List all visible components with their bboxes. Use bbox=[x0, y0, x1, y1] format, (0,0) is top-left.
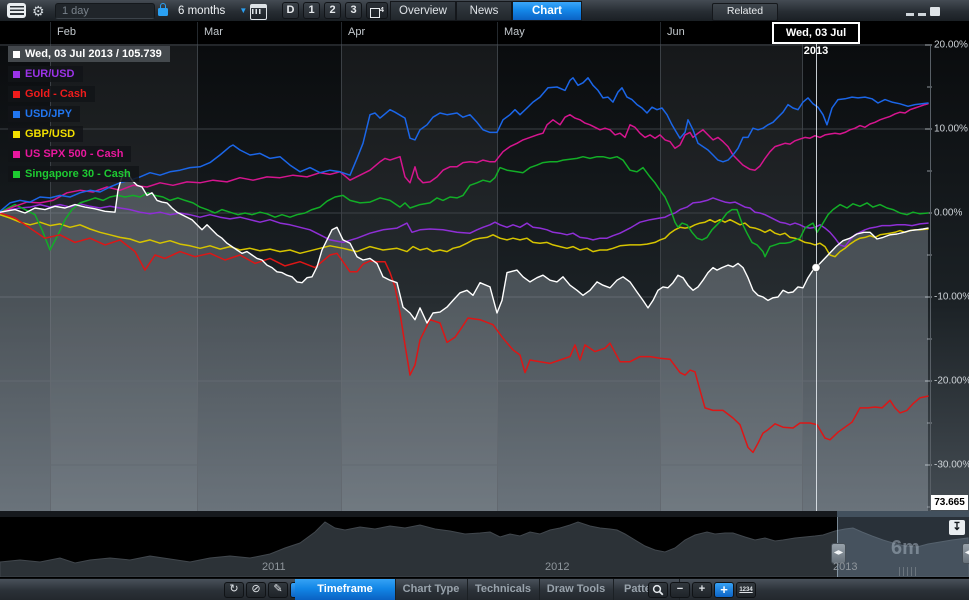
y-axis-label: -10.00% bbox=[934, 292, 969, 303]
legend-label: Gold - Cash bbox=[25, 88, 87, 100]
month-separator bbox=[660, 22, 661, 44]
tab-chart-type[interactable]: Chart Type bbox=[395, 579, 468, 600]
main-chart[interactable]: 73.665 20.00%10.00%0.00%-10.00%-20.00%-3… bbox=[0, 44, 969, 511]
legend-item-singapore-30-cash[interactable]: Singapore 30 - Cash bbox=[8, 166, 139, 182]
bottom-toolbar: ↻ ⊘ ✎ ⇅ Timeframe Chart Type Technicals … bbox=[0, 578, 969, 600]
tab-news[interactable]: News bbox=[456, 1, 512, 21]
month-separator bbox=[341, 22, 342, 44]
save-slot-sup: 4 bbox=[380, 7, 384, 14]
tab-timeframe[interactable]: Timeframe bbox=[295, 579, 396, 600]
navigator-scroll-track[interactable] bbox=[0, 511, 969, 517]
legend-item-gbp-usd[interactable]: GBP/USD bbox=[8, 126, 83, 142]
tab-overview[interactable]: Overview bbox=[390, 1, 456, 21]
month-separator bbox=[50, 22, 51, 44]
month-separator bbox=[497, 22, 498, 44]
legend-swatch bbox=[13, 111, 20, 118]
legend-item-gold-cash[interactable]: Gold - Cash bbox=[8, 86, 95, 102]
navigator-area bbox=[0, 522, 969, 577]
legend-label: USD/JPY bbox=[25, 108, 72, 120]
refresh-icon[interactable]: ↻ bbox=[224, 582, 244, 598]
tab-draw-tools[interactable]: Draw Tools bbox=[539, 579, 614, 600]
interval-input[interactable]: 1 day bbox=[55, 3, 155, 19]
legend-label: GBP/USD bbox=[25, 128, 75, 140]
selection-grip[interactable] bbox=[899, 567, 916, 576]
magnifier-icon bbox=[652, 584, 664, 596]
legend-swatch bbox=[13, 151, 20, 158]
last-value-badge: 73.665 bbox=[931, 495, 968, 510]
pencil-draw-icon[interactable]: ✎ bbox=[268, 582, 288, 598]
x-axis-months: Wed, 03 Jul 2013 Feb Mar Apr May Jun bbox=[0, 22, 969, 44]
legend-item-main[interactable]: Wed, 03 Jul 2013 / 105.739 bbox=[8, 46, 170, 62]
month-label-feb: Feb bbox=[57, 26, 76, 38]
legend-label: Singapore 30 - Cash bbox=[25, 168, 131, 180]
window-minimize-icon[interactable] bbox=[906, 13, 914, 16]
legend-swatch bbox=[13, 131, 20, 138]
lock-icon bbox=[158, 8, 168, 16]
legend-swatch bbox=[13, 171, 20, 178]
range-dropdown-value: 6 months bbox=[178, 5, 225, 17]
year-label-2011: 2011 bbox=[262, 561, 286, 573]
clear-drawings-icon[interactable]: ⊘ bbox=[246, 582, 266, 598]
tab-chart[interactable]: Chart bbox=[512, 1, 582, 21]
legend-swatch bbox=[13, 51, 20, 58]
month-label-may: May bbox=[504, 26, 525, 38]
y-axis-label: 10.00% bbox=[934, 124, 968, 135]
top-toolbar: ⚙ 1 day 6 months▼ D 1 2 3 4 5 ⚙ Overview… bbox=[0, 0, 969, 22]
layout-button-D[interactable]: D bbox=[282, 2, 299, 19]
selection-right-handle[interactable]: ◀▶ bbox=[962, 543, 969, 564]
navigator-canvas[interactable] bbox=[0, 517, 969, 577]
layout-button-2[interactable]: 2 bbox=[324, 2, 341, 19]
month-separator bbox=[197, 22, 198, 44]
zoom-search-icon[interactable] bbox=[648, 582, 668, 598]
legend-label: US SPX 500 - Cash bbox=[25, 148, 123, 160]
legend-item-us-spx-500-cash[interactable]: US SPX 500 - Cash bbox=[8, 146, 131, 162]
y-axis-label: -30.00% bbox=[934, 460, 969, 471]
crosshair-mode-button[interactable]: + bbox=[714, 582, 734, 598]
month-label-mar: Mar bbox=[204, 26, 223, 38]
legend-label: EUR/USD bbox=[25, 68, 75, 80]
window-restore-icon[interactable] bbox=[918, 13, 926, 16]
zoom-in-button[interactable]: + bbox=[692, 582, 712, 598]
crosshair-date-tooltip: Wed, 03 Jul 2013 bbox=[772, 22, 860, 44]
legend-swatch bbox=[13, 91, 20, 98]
legend-swatch bbox=[13, 71, 20, 78]
menu-icon[interactable] bbox=[7, 3, 26, 18]
year-label-2012: 2012 bbox=[545, 561, 569, 573]
selection-range-label: 6m bbox=[891, 537, 920, 560]
values-display-button[interactable]: 1234 bbox=[736, 582, 756, 598]
related-button[interactable]: Related bbox=[712, 3, 778, 21]
y-axis-label: -20.00% bbox=[934, 376, 969, 387]
month-label-jun: Jun bbox=[667, 26, 685, 38]
price-chart-canvas[interactable] bbox=[0, 44, 969, 511]
legend-item-eur-usd[interactable]: EUR/USD bbox=[8, 66, 83, 82]
crosshair-marker-dot bbox=[812, 264, 820, 272]
navigator-panel: 6m ◀▶ ◀▶ ↧ 201120122013 bbox=[0, 511, 969, 578]
save-slot-icon bbox=[370, 8, 380, 18]
calendar-icon[interactable] bbox=[250, 4, 267, 20]
settings-gear-icon[interactable]: ⚙ bbox=[32, 0, 45, 22]
chevron-down-icon: ▼ bbox=[239, 6, 247, 15]
trading-app-window: ⚙ 1 day 6 months▼ D 1 2 3 4 5 ⚙ Overview… bbox=[0, 0, 969, 600]
collapse-navigator-button[interactable]: ↧ bbox=[949, 520, 965, 535]
legend-label: Wed, 03 Jul 2013 / 105.739 bbox=[25, 48, 162, 60]
y-axis-label: 0.00% bbox=[934, 208, 962, 219]
year-label-2013: 2013 bbox=[833, 561, 857, 573]
month-label-apr: Apr bbox=[348, 26, 365, 38]
layout-button-3[interactable]: 3 bbox=[345, 2, 362, 19]
navigator-scroll-thumb[interactable] bbox=[837, 511, 969, 517]
range-dropdown[interactable]: 6 months ▼ bbox=[178, 0, 247, 22]
tab-technicals[interactable]: Technicals bbox=[467, 579, 540, 600]
y-axis-label: 20.00% bbox=[934, 40, 968, 51]
legend-item-usd-jpy[interactable]: USD/JPY bbox=[8, 106, 80, 122]
window-maximize-icon[interactable] bbox=[930, 7, 940, 16]
save-layout-4-button[interactable]: 4 bbox=[366, 2, 388, 19]
zoom-out-button[interactable]: − bbox=[670, 582, 690, 598]
layout-button-1[interactable]: 1 bbox=[303, 2, 320, 19]
